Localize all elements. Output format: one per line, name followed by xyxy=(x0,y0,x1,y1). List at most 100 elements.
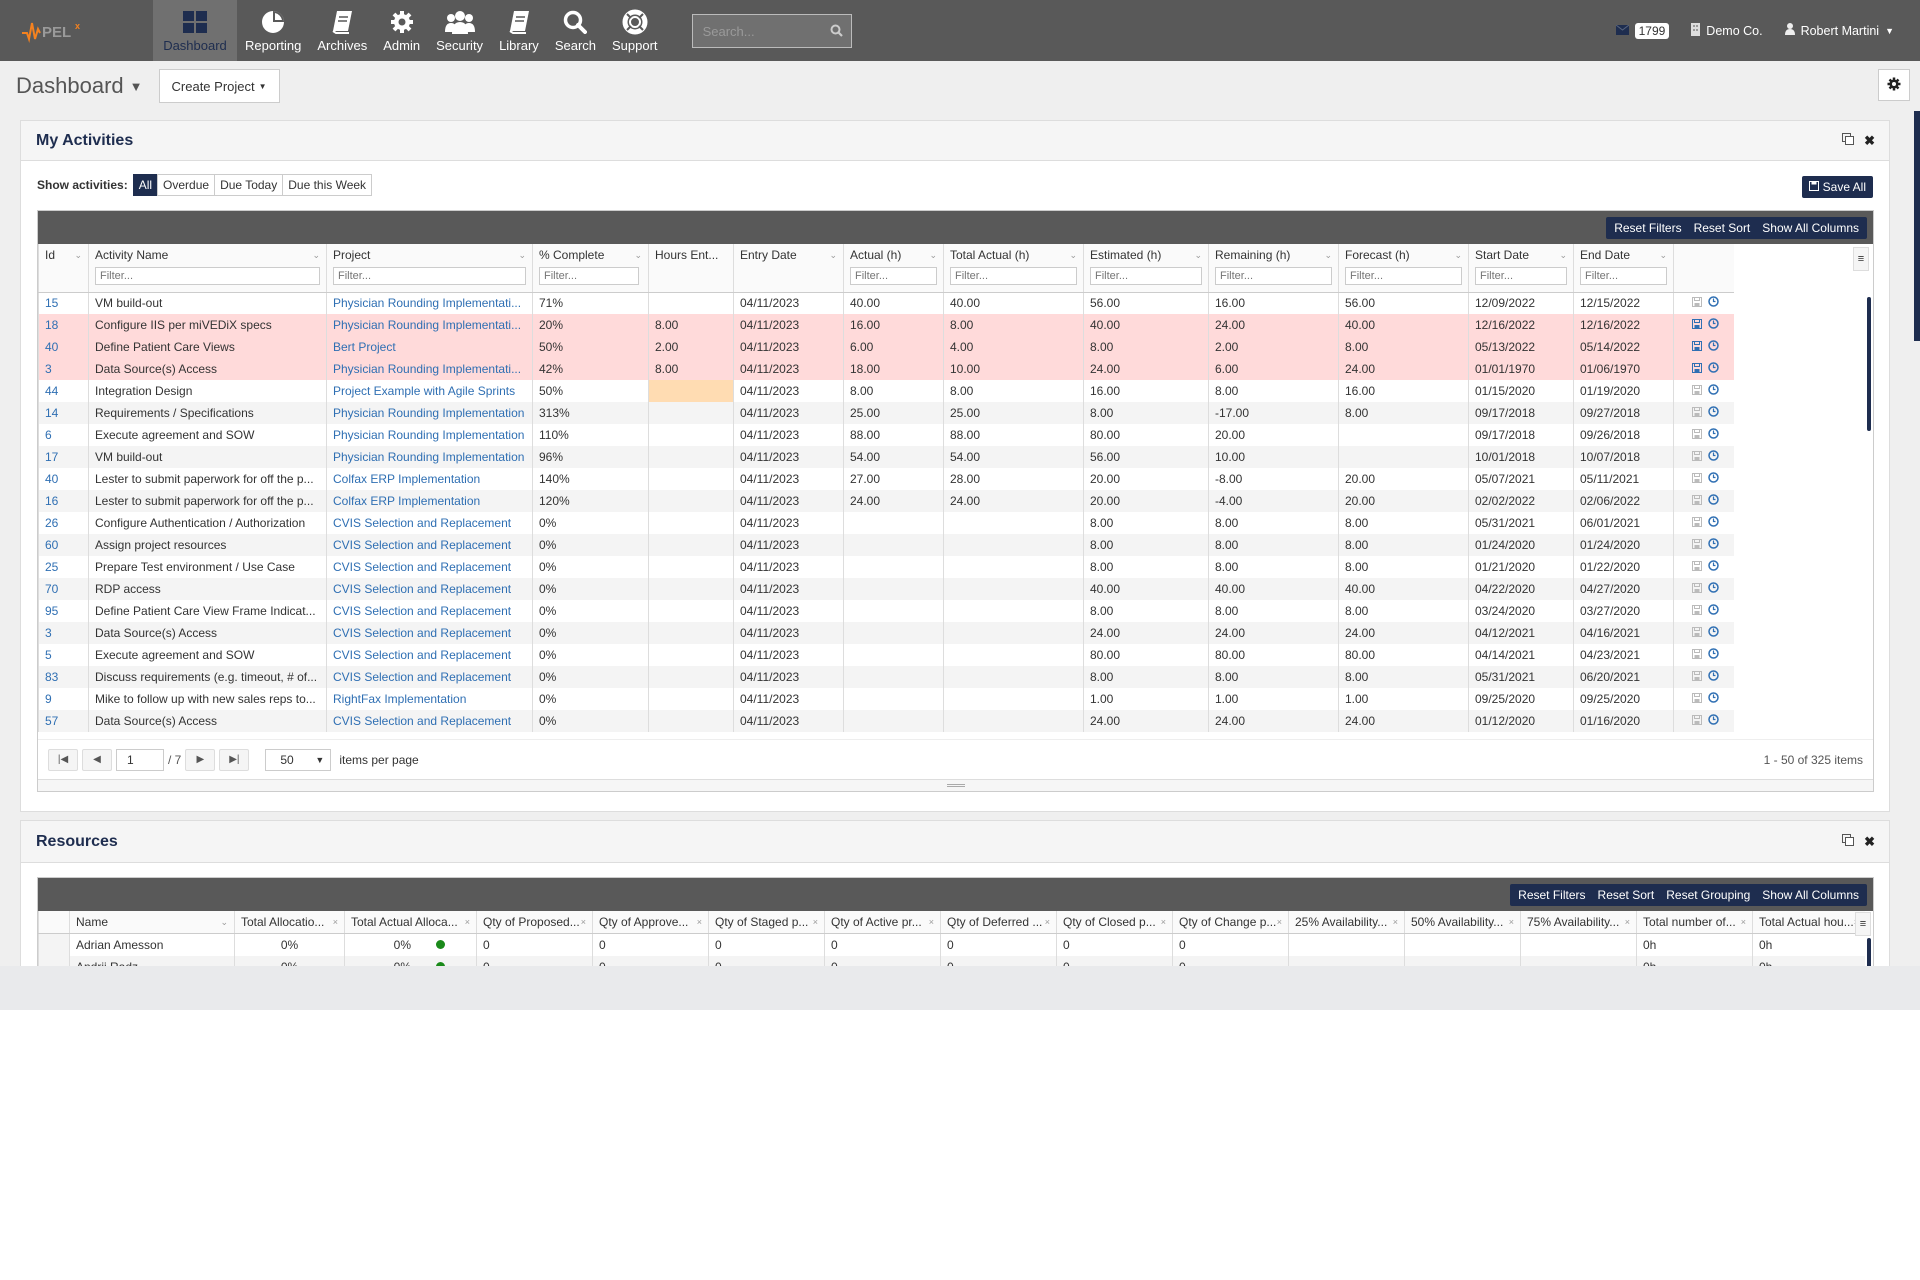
col-project[interactable]: Project ⌄ xyxy=(326,244,533,293)
cell-project[interactable]: Physician Rounding Implementati... xyxy=(326,292,533,314)
dashboard-selector[interactable]: Dashboard ▼ xyxy=(16,73,143,99)
table-row[interactable]: 83 Discuss requirements (e.g. timeout, # … xyxy=(38,666,1734,688)
table-row[interactable]: 17 VM build-out Physician Rounding Impleme… xyxy=(38,446,1734,468)
floppy-disk-icon[interactable] xyxy=(1692,626,1702,640)
clock-icon[interactable] xyxy=(1708,450,1719,464)
clear-icon[interactable]: × xyxy=(465,917,470,927)
cell-hours-entered[interactable] xyxy=(648,402,734,424)
cell-id[interactable]: 6 xyxy=(38,424,89,446)
filter-total-actual[interactable] xyxy=(950,267,1077,285)
table-row[interactable]: 3 Data Source(s) Access Physician Rounding… xyxy=(38,358,1734,380)
clock-icon[interactable] xyxy=(1708,714,1719,728)
floppy-disk-icon[interactable] xyxy=(1692,450,1702,464)
clear-icon[interactable]: × xyxy=(1393,917,1398,927)
floppy-disk-icon[interactable] xyxy=(1692,362,1702,376)
column-menu-button[interactable]: ≡ xyxy=(1853,247,1869,271)
cell-id[interactable]: 40 xyxy=(38,468,89,490)
table-row[interactable]: 18 Configure IIS per miVEDiX specs Physici… xyxy=(38,314,1734,336)
page-size-select[interactable]: 50 ▼ xyxy=(265,748,332,771)
floppy-disk-icon[interactable] xyxy=(1692,472,1702,486)
user-name[interactable]: Robert Martini xyxy=(1801,24,1880,38)
floppy-disk-icon[interactable] xyxy=(1692,560,1702,574)
table-row[interactable]: 16 Lester to submit paperwork for off the… xyxy=(38,490,1734,512)
chevron-down-icon[interactable]: ⌄ xyxy=(518,250,526,261)
clock-icon[interactable] xyxy=(1708,296,1719,310)
res-col-10[interactable]: 25% Availability... × xyxy=(1288,911,1405,934)
cell-project[interactable]: Physician Rounding Implementati... xyxy=(326,314,533,336)
clock-icon[interactable] xyxy=(1708,538,1719,552)
cell-id[interactable]: 44 xyxy=(38,380,89,402)
reset-sort-button[interactable]: Reset Sort xyxy=(1592,887,1661,903)
close-icon[interactable]: ✖ xyxy=(1864,834,1875,850)
floppy-disk-icon[interactable] xyxy=(1692,516,1702,530)
clear-icon[interactable]: × xyxy=(1161,917,1166,927)
cell-id[interactable]: 14 xyxy=(38,402,89,424)
res-col-5[interactable]: Qty of Staged p... × xyxy=(708,911,825,934)
floppy-disk-icon[interactable] xyxy=(1692,428,1702,442)
search-icon[interactable] xyxy=(830,24,843,40)
floppy-disk-icon[interactable] xyxy=(1692,340,1702,354)
cell-project[interactable]: Physician Rounding Implementation xyxy=(326,446,533,468)
res-col-13[interactable]: Total number of... × xyxy=(1636,911,1753,934)
resize-handle[interactable] xyxy=(38,779,1873,791)
next-page-button[interactable]: ▶ xyxy=(185,748,216,771)
show-all-columns-button[interactable]: Show All Columns xyxy=(1756,887,1865,903)
filter-percent-complete[interactable] xyxy=(539,267,639,285)
cell-project[interactable]: CVIS Selection and Replacement xyxy=(326,644,533,666)
col-activity-name[interactable]: Activity Name ⌄ xyxy=(88,244,327,293)
nav-dashboard[interactable]: Dashboard xyxy=(153,0,237,61)
nav-search[interactable]: Search xyxy=(547,0,604,61)
cell-project[interactable]: Colfax ERP Implementation xyxy=(326,468,533,490)
clear-icon[interactable]: × xyxy=(581,917,586,927)
res-col-12[interactable]: 75% Availability... × xyxy=(1520,911,1637,934)
res-col-3[interactable]: Qty of Proposed... × xyxy=(476,911,593,934)
clear-icon[interactable]: × xyxy=(929,917,934,927)
cell-hours-entered[interactable] xyxy=(648,578,734,600)
cell-id[interactable]: 95 xyxy=(38,600,89,622)
table-row[interactable]: 25 Prepare Test environment / Use Case CVI… xyxy=(38,556,1734,578)
cell-hours-entered[interactable] xyxy=(648,622,734,644)
res-col-14[interactable]: Total Actual hou...× xyxy=(1752,911,1865,934)
chevron-down-icon[interactable]: ⌄ xyxy=(1324,250,1332,261)
floppy-disk-icon[interactable] xyxy=(1692,296,1702,310)
reset-sort-button[interactable]: Reset Sort xyxy=(1688,220,1757,236)
chevron-down-icon[interactable]: ⌄ xyxy=(634,250,642,261)
chevron-down-icon[interactable]: ⌄ xyxy=(1559,250,1567,261)
col-id[interactable]: Id ⌄ xyxy=(38,244,89,293)
col-forecast[interactable]: Forecast (h) ⌄ xyxy=(1338,244,1469,293)
cell-id[interactable]: 25 xyxy=(38,556,89,578)
table-row[interactable]: 14 Requirements / Specifications Physician… xyxy=(38,402,1734,424)
settings-button[interactable] xyxy=(1878,69,1910,101)
cell-id[interactable]: 18 xyxy=(38,314,89,336)
cell-project[interactable]: CVIS Selection and Replacement xyxy=(326,512,533,534)
cell-project[interactable]: Physician Rounding Implementation xyxy=(326,424,533,446)
prev-page-button[interactable]: ◀ xyxy=(82,748,112,771)
clock-icon[interactable] xyxy=(1708,692,1719,706)
table-row[interactable]: 40 Lester to submit paperwork for off the… xyxy=(38,468,1734,490)
cell-project[interactable]: Project Example with Agile Sprints xyxy=(326,380,533,402)
cell-hours-entered[interactable] xyxy=(648,710,734,732)
clock-icon[interactable] xyxy=(1708,472,1719,486)
cell-project[interactable]: Bert Project xyxy=(326,336,533,358)
floppy-disk-icon[interactable] xyxy=(1692,670,1702,684)
cell-hours-entered[interactable] xyxy=(648,600,734,622)
page-scrollbar[interactable] xyxy=(1914,111,1920,341)
cell-hours-entered[interactable] xyxy=(648,556,734,578)
clock-icon[interactable] xyxy=(1708,362,1719,376)
cell-project[interactable]: RightFax Implementation xyxy=(326,688,533,710)
clear-icon[interactable]: × xyxy=(1625,917,1630,927)
cell-hours-entered[interactable] xyxy=(648,644,734,666)
clear-icon[interactable]: × xyxy=(1045,917,1050,927)
clock-icon[interactable] xyxy=(1708,406,1719,420)
floppy-disk-icon[interactable] xyxy=(1692,384,1702,398)
table-row[interactable]: 40 Define Patient Care Views Bert Project 5… xyxy=(38,336,1734,358)
cell-project[interactable]: CVIS Selection and Replacement xyxy=(326,556,533,578)
nav-admin[interactable]: Admin xyxy=(375,0,428,61)
cell-project[interactable]: CVIS Selection and Replacement xyxy=(326,622,533,644)
table-row[interactable]: 44 Integration Design Project Example with… xyxy=(38,380,1734,402)
res-col-11[interactable]: 50% Availability... × xyxy=(1404,911,1521,934)
reset-filters-button[interactable]: Reset Filters xyxy=(1512,887,1591,903)
reset-grouping-button[interactable]: Reset Grouping xyxy=(1660,887,1756,903)
save-all-button[interactable]: Save All xyxy=(1801,176,1873,198)
logo[interactable]: PEL x xyxy=(0,0,153,61)
